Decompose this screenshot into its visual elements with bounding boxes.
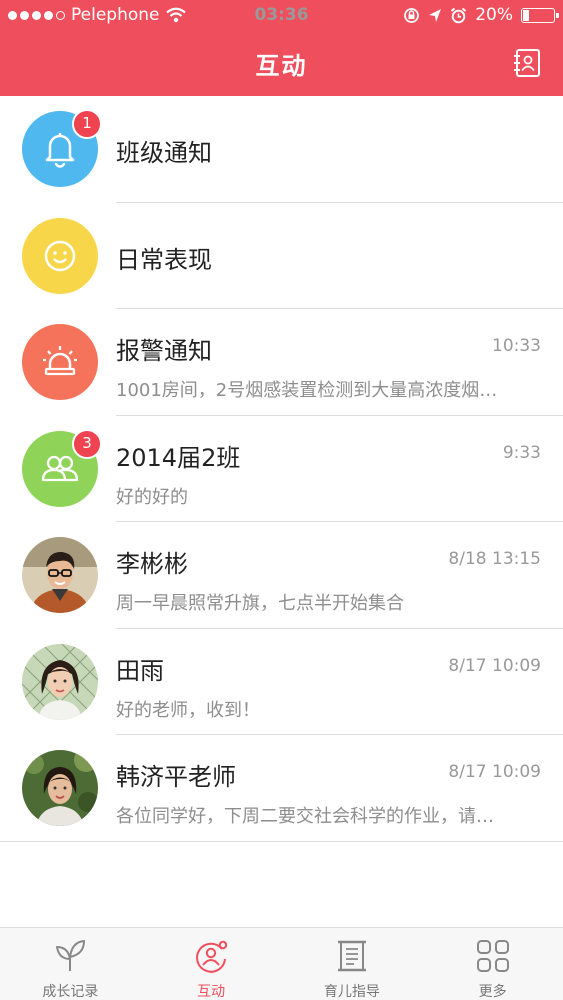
avatar: [22, 537, 98, 613]
sprout-icon: [56, 940, 86, 971]
conversation-preview: 好的老师，收到！: [116, 699, 260, 721]
grid-icon: [476, 940, 509, 972]
avatar: [22, 750, 98, 826]
battery-icon: [521, 7, 559, 23]
conversation-name: 李彬彬: [116, 550, 188, 578]
tab-interaction[interactable]: 互动: [141, 928, 282, 1000]
alarm-clock-icon: [451, 7, 467, 23]
conversation-row-tianyu[interactable]: 田雨 8/17 10:09 好的老师，收到！: [0, 629, 563, 735]
avatar: [22, 643, 98, 720]
tab-label: 成长记录: [42, 984, 99, 1000]
conversation-list: 1 班级通知 日常表现 报警通知 10:33 1001房间，2号烟感装置检测到大…: [0, 96, 563, 842]
conversation-preview: 好的好的: [116, 486, 188, 508]
alarm-light-icon: [22, 324, 98, 400]
contacts-icon[interactable]: [511, 47, 543, 79]
page-title: 互动: [255, 52, 308, 80]
scroll-icon: [337, 940, 366, 972]
tab-growth-record[interactable]: 成长记录: [0, 928, 141, 1000]
conversation-row-class-group[interactable]: 3 2014届2班 9:33 好的好的: [0, 416, 563, 522]
conversation-time: 10:33: [492, 336, 541, 356]
tab-label: 育儿指导: [323, 984, 380, 1000]
navigation-bar: 互动: [0, 32, 563, 96]
tab-label: 更多: [478, 984, 507, 1000]
conversation-time: 9:33: [502, 442, 541, 463]
unread-badge: 1: [72, 109, 102, 139]
conversation-time: 8/17 10:09: [448, 762, 541, 782]
conversation-time: 8/18 13:15: [448, 549, 541, 569]
conversation-name: 报警通知: [116, 337, 212, 365]
tab-parenting-guide[interactable]: 育儿指导: [282, 928, 423, 1000]
rotation-lock-icon: [404, 7, 420, 23]
interaction-icon: [196, 940, 228, 973]
conversation-preview: 1001房间，2号烟感装置检测到大量高浓度烟…: [116, 380, 498, 401]
conversation-row-libinbin[interactable]: 李彬彬 8/18 13:15 周一早晨照常升旗，七点半开始集合: [0, 522, 563, 629]
tab-label: 互动: [197, 984, 226, 1000]
conversation-name: 田雨: [116, 656, 164, 685]
conversation-name: 2014届2班: [116, 443, 241, 472]
battery-percent: 20%: [475, 5, 513, 25]
unread-badge: 3: [72, 428, 102, 459]
conversation-row-daily-performance[interactable]: 日常表现: [0, 203, 563, 309]
conversation-preview: 各位同学好，下周二要交社会科学的作业，请…: [116, 806, 494, 827]
conversation-time: 8/17 10:09: [448, 655, 541, 676]
smiley-icon: [22, 217, 98, 294]
conversation-name: 班级通知: [116, 139, 212, 167]
location-icon: [429, 8, 442, 22]
conversation-preview: 周一早晨照常升旗，七点半开始集合: [116, 593, 404, 614]
conversation-row-hanjiping[interactable]: 韩济平老师 8/17 10:09 各位同学好，下周二要交社会科学的作业，请…: [0, 735, 563, 842]
conversation-row-alarm-notice[interactable]: 报警通知 10:33 1001房间，2号烟感装置检测到大量高浓度烟…: [0, 309, 563, 416]
tab-bar: 成长记录 互动 育儿指导 更多: [0, 927, 563, 1000]
conversation-row-class-notice[interactable]: 1 班级通知: [0, 96, 563, 203]
header: Pelephone 03:36 20% 互动: [0, 0, 563, 96]
divider: [0, 840, 563, 842]
tab-more[interactable]: 更多: [422, 928, 563, 1000]
status-bar: Pelephone 03:36 20%: [0, 0, 563, 32]
conversation-name: 日常表现: [116, 245, 212, 274]
conversation-name: 韩济平老师: [116, 763, 236, 791]
